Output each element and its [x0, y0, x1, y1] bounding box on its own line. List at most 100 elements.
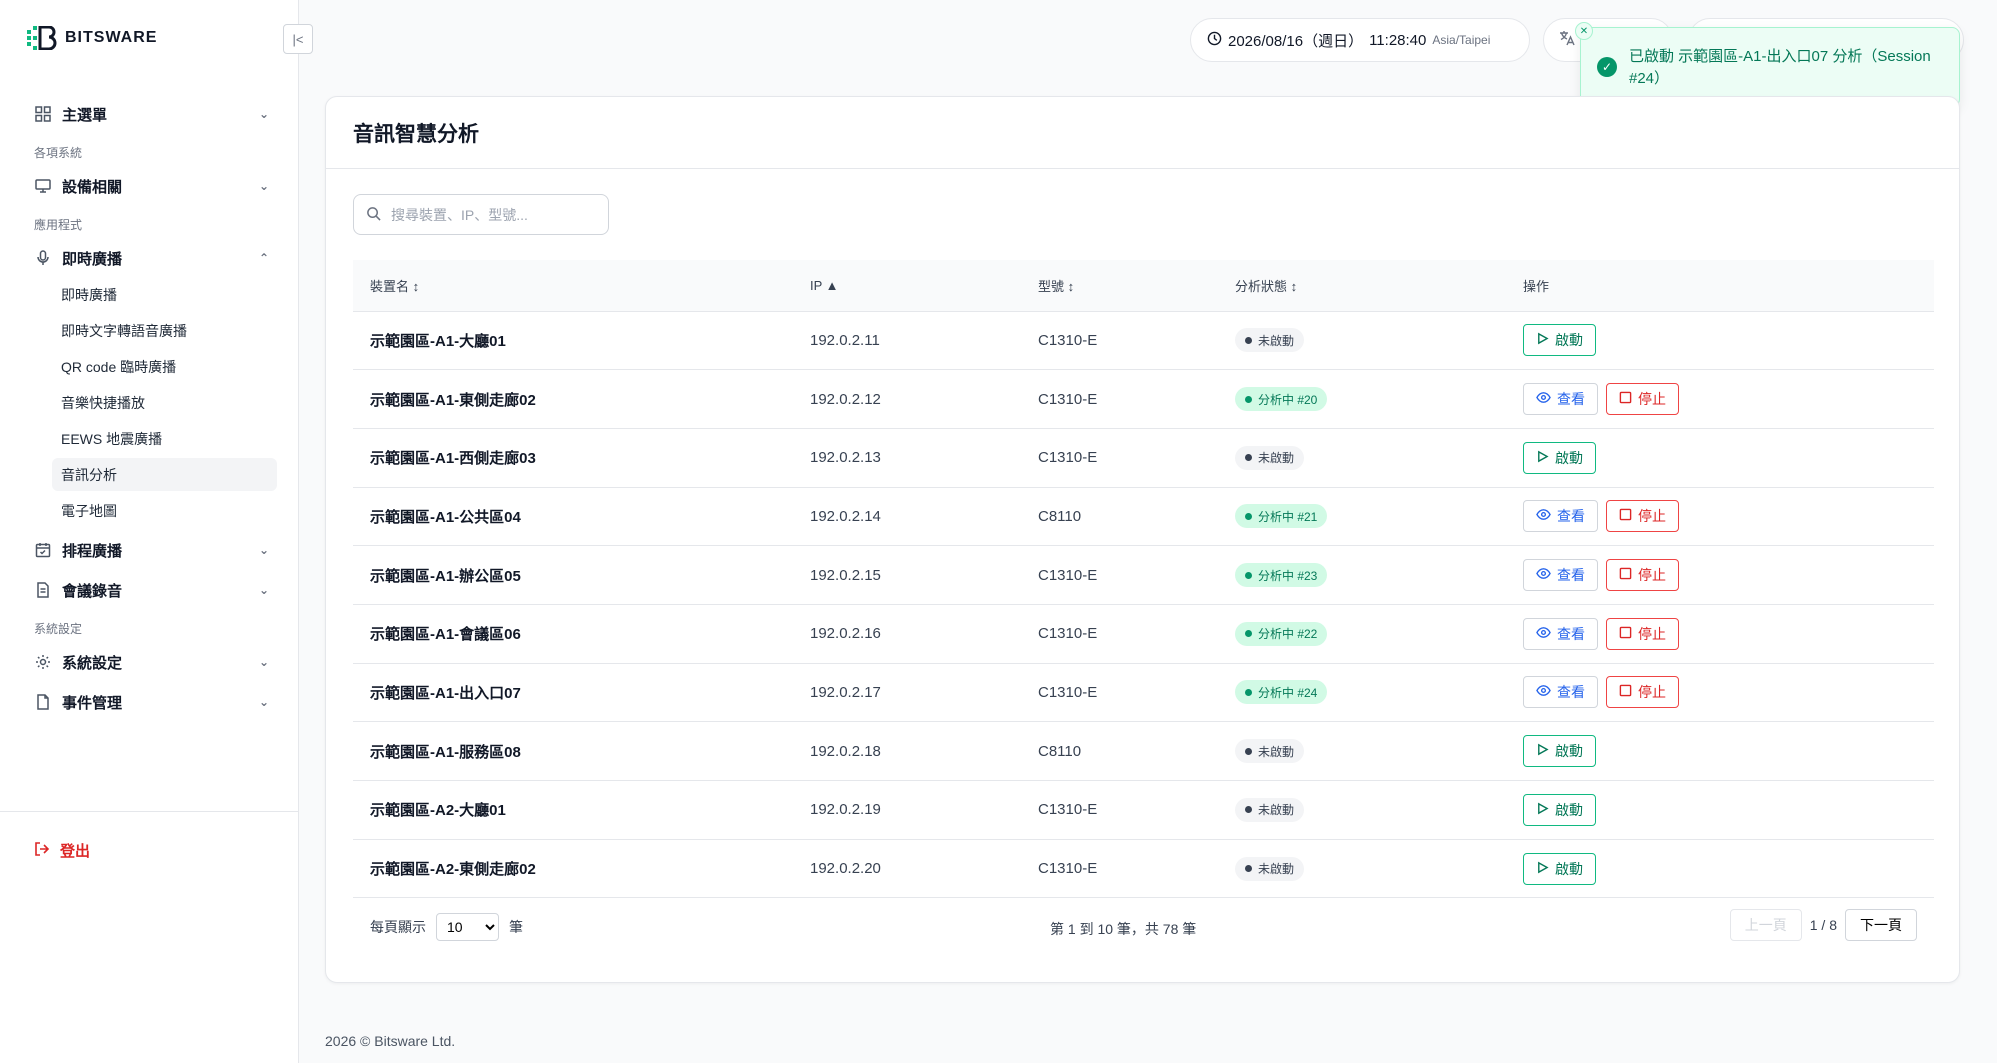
start-button[interactable]: 啟動	[1523, 324, 1596, 357]
play-icon	[1536, 332, 1549, 348]
cell-model: C1310-E	[1038, 390, 1098, 408]
status-dot	[1245, 395, 1252, 403]
start-label: 啟動	[1555, 449, 1583, 466]
cell-actions: 查看 停止	[1506, 487, 1934, 546]
cell-status: 未啟動	[1218, 781, 1506, 840]
table-row: 示範園區-A1-會議區06 192.0.2.16 C1310-E 分析中 #22 查看 停…	[353, 604, 1934, 664]
start-button[interactable]: 啟動	[1523, 793, 1596, 826]
start-label: 啟動	[1555, 801, 1583, 818]
cell-model: C1310-E	[1038, 449, 1098, 467]
stop-label: 停止	[1638, 684, 1666, 701]
status-label: 分析中 #21	[1258, 509, 1318, 524]
sidebar-subitem-live[interactable]: 即時廣播	[52, 278, 277, 311]
chevron-down-icon: ⌄	[258, 655, 269, 669]
toast-close-button[interactable]: ✕	[1575, 22, 1593, 40]
calendar-icon	[34, 541, 52, 559]
table-row: 示範園區-A1-服務區08 192.0.2.18 C8110 未啟動 啟動	[353, 722, 1934, 781]
cell-status: 未啟動	[1218, 722, 1506, 781]
stop-button[interactable]: 停止	[1606, 676, 1679, 709]
chevron-down-icon: ⌄	[258, 695, 269, 709]
chevron-down-icon: ⌄	[258, 179, 269, 193]
cell-model: C8110	[1038, 507, 1082, 525]
column-header-name[interactable]: 裝置名 ↕	[353, 260, 793, 312]
grid-icon	[34, 105, 52, 123]
next-page-button[interactable]: 下一頁	[1845, 909, 1917, 941]
stop-icon	[1619, 508, 1632, 524]
file-icon	[34, 693, 52, 711]
sidebar-item-system-settings[interactable]: 系統設定 ⌄	[0, 642, 299, 682]
cell-model: C1310-E	[1038, 566, 1098, 584]
device-table: 裝置名 ↕ IP ▲ 型號 ↕ 分析狀態 ↕ 操作 示範園區-A1-大廳01 19…	[353, 260, 1934, 898]
cell-ip: 192.0.2.15	[810, 566, 881, 584]
cell-device-name: 示範園區-A1-東側走廊02	[370, 391, 536, 409]
status-badge: 分析中 #22	[1235, 621, 1328, 646]
view-button[interactable]: 查看	[1523, 559, 1598, 592]
cell-ip: 192.0.2.18	[810, 742, 881, 760]
cell-status: 分析中 #24	[1218, 663, 1506, 722]
stop-button[interactable]: 停止	[1606, 383, 1679, 416]
column-header-ip[interactable]: IP ▲	[793, 260, 1021, 312]
cell-status: 分析中 #23	[1218, 546, 1506, 605]
stop-button[interactable]: 停止	[1606, 559, 1679, 592]
start-button[interactable]: 啟動	[1523, 441, 1596, 474]
column-header-model[interactable]: 型號 ↕	[1021, 260, 1218, 312]
start-label: 啟動	[1555, 743, 1583, 760]
view-button[interactable]: 查看	[1523, 500, 1598, 533]
sidebar-item-label: 事件管理	[62, 694, 123, 712]
clock-icon	[1207, 31, 1222, 50]
brand-logo[interactable]: BITSWARE	[27, 26, 157, 50]
cell-actions: 啟動	[1506, 311, 1934, 370]
table-row: 示範園區-A1-東側走廊02 192.0.2.12 C1310-E 分析中 #20 查看…	[353, 370, 1934, 429]
sidebar-subitem-map[interactable]: 電子地圖	[52, 494, 277, 527]
search-box[interactable]	[353, 194, 609, 235]
cell-model: C1310-E	[1038, 625, 1098, 643]
status-dot	[1245, 630, 1252, 638]
sidebar-subitem-tts[interactable]: 即時文字轉語音廣播	[52, 314, 277, 347]
status-label: 分析中 #24	[1258, 685, 1318, 700]
sidebar-item-events[interactable]: 事件管理 ⌄	[0, 682, 299, 722]
sidebar-item-live-broadcast[interactable]: 即時廣播 ⌃	[0, 238, 299, 278]
logout-button[interactable]: 登出	[34, 840, 90, 861]
view-button[interactable]: 查看	[1523, 676, 1598, 709]
status-label: 分析中 #23	[1258, 568, 1318, 583]
collapse-sidebar-button[interactable]: |<	[283, 24, 313, 54]
per-page-select[interactable]: 10	[436, 913, 499, 941]
prev-page-button[interactable]: 上一頁	[1729, 909, 1802, 941]
eye-icon	[1536, 626, 1551, 642]
date-text: 2026/08/16（週日）	[1228, 32, 1364, 50]
chevron-down-icon: ⌄	[258, 107, 269, 121]
datetime-display: 2026/08/16（週日） 11:28:40 Asia/Taipei	[1190, 18, 1530, 62]
cell-status: 分析中 #20	[1218, 370, 1506, 429]
start-button[interactable]: 啟動	[1523, 735, 1596, 768]
logout-label: 登出	[60, 843, 91, 860]
stop-button[interactable]: 停止	[1606, 617, 1679, 650]
stop-button[interactable]: 停止	[1606, 500, 1679, 533]
sidebar-item-meeting[interactable]: 會議錄音 ⌄	[0, 570, 299, 610]
cell-device-name: 示範園區-A2-大廳01	[370, 802, 506, 820]
sidebar-item-devices[interactable]: 設備相關 ⌄	[0, 166, 299, 206]
status-badge: 未啟動	[1235, 797, 1305, 822]
bitsware-logo-icon	[27, 26, 57, 50]
start-label: 啟動	[1555, 332, 1583, 349]
stop-icon	[1619, 626, 1632, 642]
view-button[interactable]: 查看	[1523, 617, 1598, 650]
status-badge: 分析中 #20	[1235, 387, 1328, 412]
search-input[interactable]	[391, 206, 591, 223]
chevron-down-icon: ⌄	[258, 583, 269, 597]
cell-status: 分析中 #22	[1218, 604, 1506, 663]
cell-ip: 192.0.2.20	[810, 860, 881, 878]
copyright-text: 2026 © Bitsware Ltd.	[325, 1033, 456, 1049]
table-row: 示範園區-A1-出入口07 192.0.2.17 C1310-E 分析中 #24 查看 停…	[353, 663, 1934, 722]
sidebar-item-main-menu[interactable]: 主選單 ⌄	[0, 94, 299, 134]
section-label-settings: 系統設定	[34, 622, 83, 636]
sidebar-subitem-audio-analysis[interactable]: 音訊分析	[52, 458, 277, 491]
status-dot	[1245, 512, 1252, 520]
sidebar-subitem-music[interactable]: 音樂快捷播放	[52, 386, 277, 419]
start-button[interactable]: 啟動	[1523, 852, 1596, 885]
sidebar-item-schedule[interactable]: 排程廣播 ⌄	[0, 530, 299, 570]
column-header-status[interactable]: 分析狀態 ↕	[1218, 260, 1506, 312]
sidebar-subitem-eews[interactable]: EEWS 地震廣播	[52, 422, 277, 455]
sidebar-subitem-qrcode[interactable]: QR code 臨時廣播	[52, 350, 277, 383]
cell-actions: 啟動	[1506, 839, 1934, 898]
view-button[interactable]: 查看	[1523, 383, 1598, 416]
